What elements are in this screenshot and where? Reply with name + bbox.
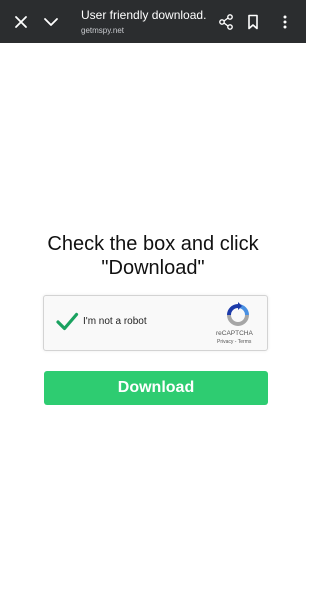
- chevron-down-icon: [44, 17, 58, 26]
- download-button[interactable]: Download: [44, 371, 268, 405]
- recaptcha-links: Privacy - Terms: [217, 339, 251, 345]
- page-info[interactable]: User friendly download... getmspy.net: [81, 7, 206, 37]
- close-tab-button[interactable]: [6, 0, 36, 43]
- instruction-heading: Check the box and click "Download": [0, 232, 306, 280]
- bookmark-icon: [248, 14, 258, 29]
- page-content: Check the box and click "Download" I'm n…: [0, 43, 306, 600]
- page-url: getmspy.net: [81, 26, 124, 35]
- terms-link[interactable]: Terms: [238, 339, 252, 345]
- recaptcha-widget: I'm not a robot reCAPTCHA Privacy - Term…: [43, 295, 268, 351]
- privacy-link[interactable]: Privacy: [217, 339, 233, 345]
- page-title: User friendly download...: [81, 8, 206, 22]
- recaptcha-logo-icon: [227, 302, 249, 326]
- share-icon: [219, 13, 233, 30]
- browser-toolbar: User friendly download... getmspy.net: [0, 0, 306, 43]
- heading-line-1: Check the box and click: [47, 233, 259, 255]
- heading-line-2: "Download": [101, 257, 205, 279]
- recaptcha-checkbox[interactable]: [55, 310, 79, 334]
- recaptcha-brand: reCAPTCHA: [216, 330, 253, 337]
- more-options-button[interactable]: [270, 0, 300, 43]
- more-vertical-icon: [283, 15, 287, 28]
- minimize-button[interactable]: [36, 0, 66, 43]
- share-button[interactable]: [211, 0, 241, 43]
- close-icon: [15, 15, 27, 28]
- checkmark-icon: [56, 312, 79, 331]
- not-robot-label: I'm not a robot: [83, 316, 147, 327]
- bookmark-button[interactable]: [238, 0, 268, 43]
